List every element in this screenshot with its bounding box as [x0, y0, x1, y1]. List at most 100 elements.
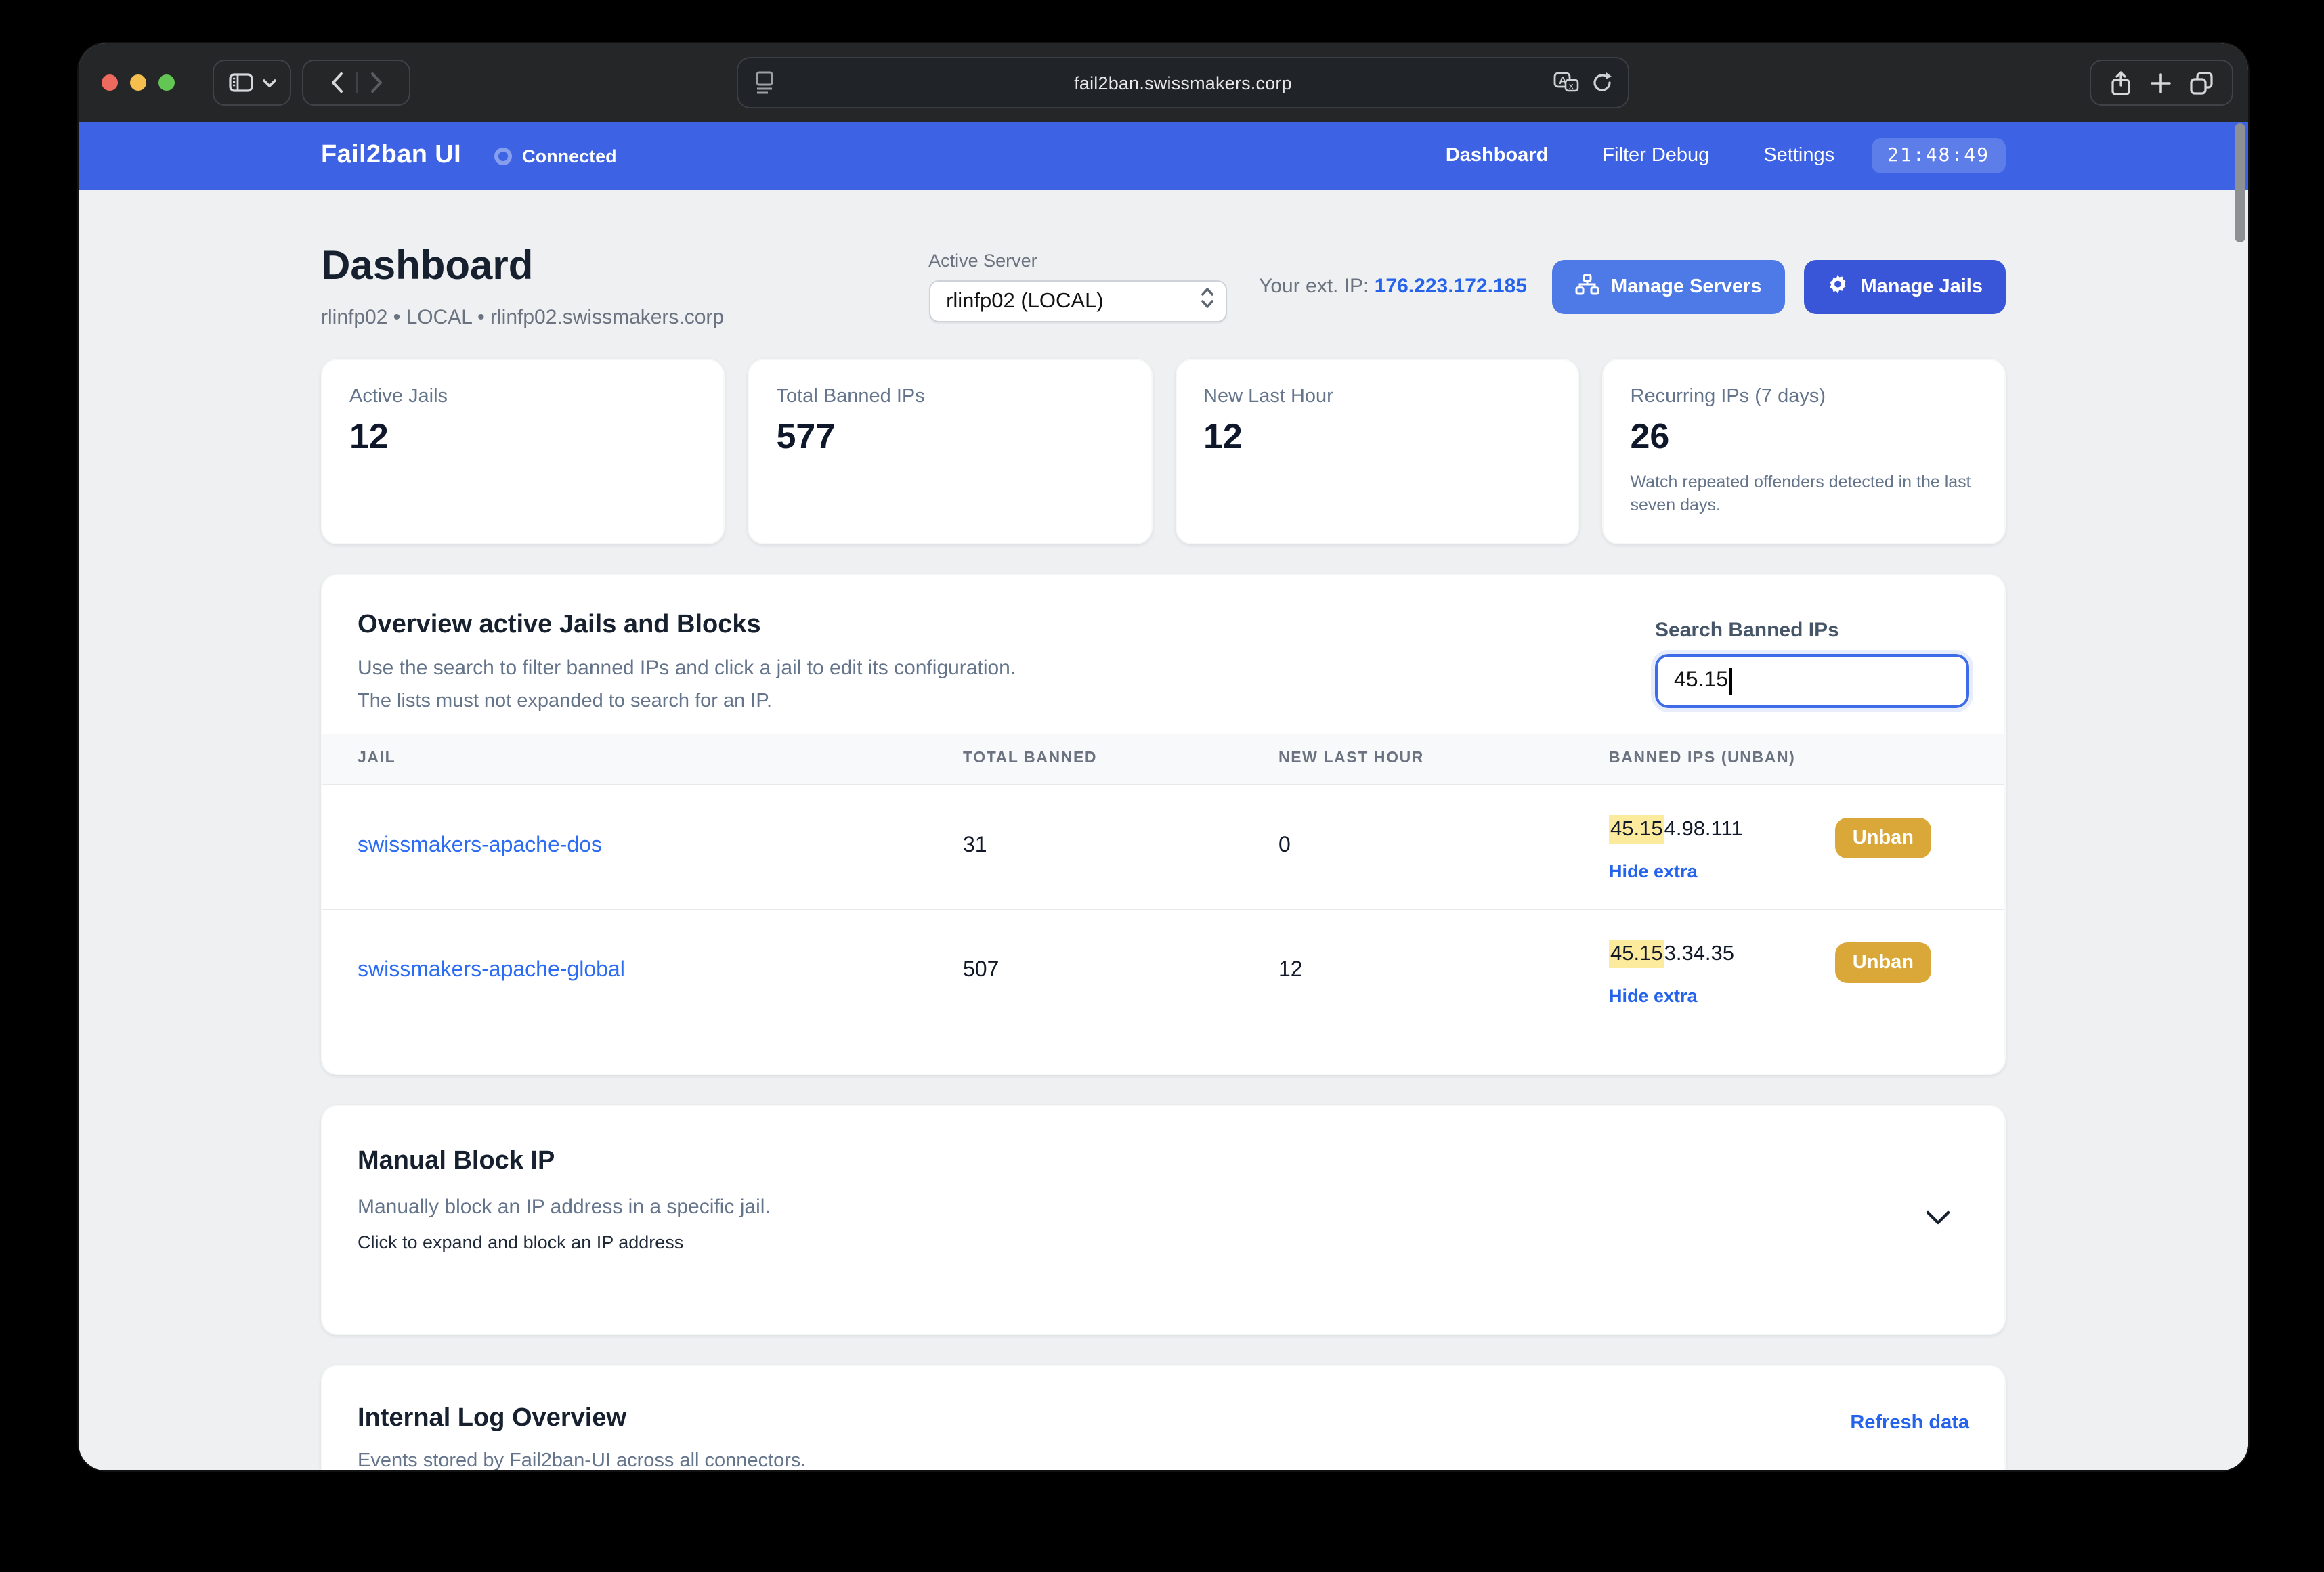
stat-card-recurring-ips: Recurring IPs (7 days) 26 Watch repeated…: [1601, 359, 2006, 544]
total-banned-value: 507: [963, 958, 999, 982]
new-last-hour-value: 12: [1278, 958, 1303, 982]
tab-overview-icon[interactable]: [2190, 71, 2213, 94]
stat-value: 577: [776, 416, 836, 456]
external-ip-label: Your ext. IP:: [1259, 275, 1369, 298]
manage-jails-button[interactable]: Manage Jails: [1803, 259, 2006, 313]
translate-icon[interactable]: Ax: [1553, 72, 1579, 93]
column-header-jail: JAIL: [358, 750, 396, 767]
reload-icon[interactable]: [1591, 72, 1613, 93]
top-navigation: Dashboard Filter Debug Settings: [1446, 145, 1834, 167]
share-icon[interactable]: [2110, 70, 2132, 95]
manual-block-hint: Click to expand and block an IP address: [358, 1231, 684, 1252]
select-stepper-icon: [1199, 286, 1214, 317]
search-banned-ips-label: Search Banned IPs: [1655, 618, 1839, 642]
sidebar-toggle-group[interactable]: [213, 60, 291, 106]
expand-chevron-icon[interactable]: [1926, 1208, 1950, 1232]
page-content: Dashboard rlinfp02 • LOCAL • rlinfp02.sw…: [79, 190, 2248, 1470]
app-header: Fail2ban UI Connected Dashboard Filter D…: [79, 122, 2248, 190]
search-banned-ips-input[interactable]: 45.15: [1655, 653, 1969, 708]
stat-value: 26: [1630, 416, 1670, 456]
ip-search-highlight: 45.15: [1609, 814, 1664, 844]
url-text[interactable]: fail2ban.swissmakers.corp: [738, 58, 1628, 107]
new-tab-icon[interactable]: [2151, 72, 2171, 93]
search-banned-ips-block: Search Banned IPs 45.15: [1655, 619, 1969, 708]
title-block: Dashboard rlinfp02 • LOCAL • rlinfp02.sw…: [321, 244, 928, 329]
window-controls: [102, 74, 175, 91]
jail-table-row: swissmakers-apache-global 507 12 45.15 3.…: [322, 908, 2004, 1060]
stat-label: New Last Hour: [1203, 386, 1333, 408]
log-head-text: Internal Log Overview Events stored by F…: [358, 1404, 806, 1471]
servers-hierarchy-icon: [1574, 273, 1599, 300]
stat-label: Total Banned IPs: [776, 386, 925, 408]
jails-table-header: JAIL TOTAL BANNED NEW LAST HOUR BANNED I…: [322, 733, 2004, 785]
manage-servers-label: Manage Servers: [1611, 276, 1762, 297]
browser-toolbar: fail2ban.swissmakers.corp Ax: [79, 43, 2248, 122]
column-header-total-banned: TOTAL BANNED: [963, 750, 1098, 767]
close-window-button[interactable]: [102, 74, 118, 91]
jail-link[interactable]: swissmakers-apache-global: [358, 959, 963, 1006]
zoom-window-button[interactable]: [158, 74, 175, 91]
minimize-window-button[interactable]: [130, 74, 146, 91]
history-nav-group: [302, 60, 410, 106]
total-banned-value: 31: [963, 833, 987, 857]
unban-button[interactable]: Unban: [1834, 942, 1931, 983]
stat-label: Active Jails: [349, 386, 448, 408]
ip-search-highlight: 45.15: [1609, 939, 1664, 968]
jail-table-row: swissmakers-apache-dos 31 0 45.15 4.98.11…: [322, 785, 2004, 909]
search-input-value: 45.15: [1674, 668, 1729, 692]
clock-badge: 21:48:49: [1871, 138, 2006, 173]
manage-servers-button[interactable]: Manage Servers: [1551, 259, 1785, 313]
internal-log-panel: Internal Log Overview Events stored by F…: [321, 1364, 2006, 1471]
address-bar-actions: Ax: [1553, 72, 1613, 93]
external-ip-value: 176.223.172.185: [1374, 275, 1527, 298]
desktop: fail2ban.swissmakers.corp Ax Fail2ban UI…: [0, 0, 2324, 1572]
divider: [356, 72, 357, 93]
hide-extra-link[interactable]: Hide extra: [1609, 861, 1743, 881]
active-server-label: Active Server: [928, 250, 1037, 271]
stat-description: Watch repeated offenders detected in the…: [1630, 473, 1971, 515]
toolbar-actions-group: [2090, 60, 2233, 106]
connected-indicator-icon: [494, 147, 512, 165]
manual-block-ip-panel[interactable]: Manual Block IP Manually block an IP add…: [321, 1104, 2006, 1335]
connection-status: Connected: [494, 146, 617, 166]
stat-cards: Active Jails 12 Total Banned IPs 577 New…: [321, 359, 2006, 544]
banned-ip-block: 45.15 3.34.35 Hide extra: [1609, 939, 1734, 1006]
active-server-block: Active Server rlinfp02 (LOCAL): [928, 250, 1227, 322]
external-ip: Your ext. IP: 176.223.172.185: [1259, 275, 1527, 298]
jail-link[interactable]: swissmakers-apache-dos: [358, 834, 963, 881]
stat-card-active-jails: Active Jails 12: [321, 359, 725, 544]
nav-item-dashboard[interactable]: Dashboard: [1446, 145, 1549, 167]
nav-item-filter-debug[interactable]: Filter Debug: [1602, 145, 1709, 167]
app-brand: Fail2ban UI: [321, 141, 462, 169]
stat-value: 12: [1203, 416, 1243, 456]
hide-extra-link[interactable]: Hide extra: [1609, 986, 1734, 1006]
log-overview-title: Internal Log Overview: [358, 1403, 626, 1433]
address-bar[interactable]: fail2ban.swissmakers.corp Ax: [737, 57, 1629, 108]
banned-ip-block: 45.15 4.98.111 Hide extra: [1609, 814, 1743, 881]
new-last-hour-value: 0: [1278, 833, 1291, 857]
stat-card-new-last-hour: New Last Hour 12: [1175, 359, 1579, 544]
refresh-data-link[interactable]: Refresh data: [1850, 1412, 1969, 1434]
page-title: Dashboard: [321, 244, 534, 288]
back-button[interactable]: [330, 72, 343, 93]
banned-ip: 45.15 3.34.35: [1609, 939, 1734, 968]
manual-block-title: Manual Block IP: [358, 1146, 555, 1175]
jails-overview-panel: Overview active Jails and Blocks Use the…: [321, 573, 2006, 1075]
column-header-banned-ips: BANNED IPS (UNBAN): [1609, 750, 1796, 767]
active-server-select[interactable]: rlinfp02 (LOCAL): [928, 280, 1227, 322]
page-subtitle: rlinfp02 • LOCAL • rlinfp02.swissmakers.…: [321, 306, 725, 329]
connection-status-label: Connected: [522, 146, 617, 166]
unban-button[interactable]: Unban: [1834, 817, 1931, 858]
log-overview-description: Events stored by Fail2ban-UI across all …: [358, 1449, 806, 1471]
nav-item-settings[interactable]: Settings: [1763, 145, 1834, 167]
forward-button[interactable]: [369, 72, 383, 93]
sidebar-icon[interactable]: [228, 73, 253, 92]
page-header-row: Dashboard rlinfp02 • LOCAL • rlinfp02.sw…: [321, 244, 2006, 329]
chevron-down-icon[interactable]: [262, 78, 276, 87]
stat-label: Recurring IPs (7 days): [1630, 386, 1826, 408]
stat-card-total-banned: Total Banned IPs 577: [748, 359, 1152, 544]
scrollbar-thumb[interactable]: [2235, 123, 2245, 242]
active-server-value: rlinfp02 (LOCAL): [946, 289, 1104, 312]
manage-jails-label: Manage Jails: [1860, 276, 1983, 297]
banned-ip: 45.15 4.98.111: [1609, 814, 1743, 844]
